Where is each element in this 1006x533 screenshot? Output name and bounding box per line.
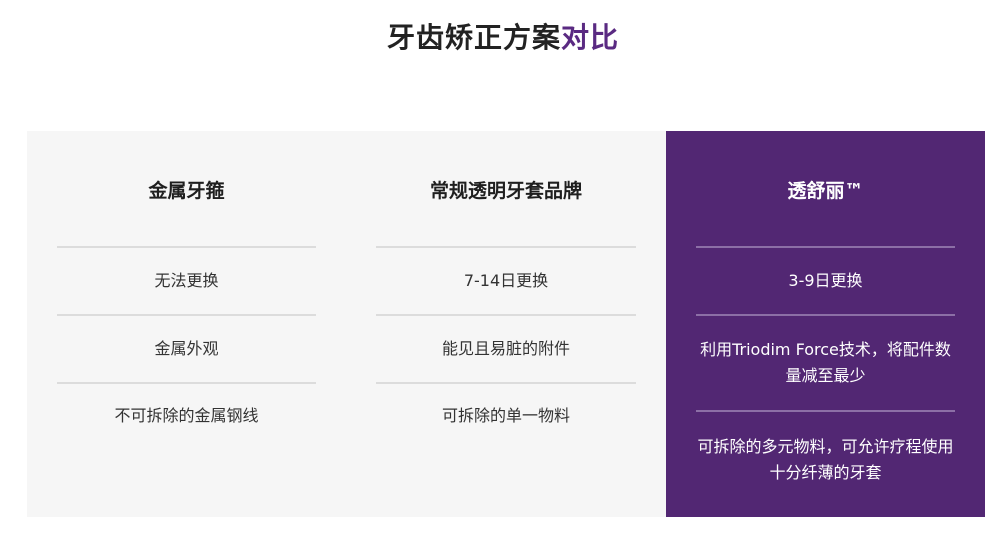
cell-invisalign-replacement: 3-9日更换 [788, 271, 863, 290]
cell-metal-material: 不可拆除的金属钢线 [114, 406, 259, 425]
page-title-main: 牙齿矫正方案 [386, 21, 561, 54]
column-header-regular-aligners: 常规透明牙套品牌 [429, 179, 582, 202]
column-header-invisalign: 透舒丽™ [787, 179, 864, 202]
column-regular-aligners: 常规透明牙套品牌 7-14日更换 能见且易脏的附件 可拆除的单一物料 [346, 131, 666, 517]
cell-invisalign-attachments: 利用Triodim Force技术，将配件数量减至最少 [700, 340, 951, 385]
page-title-accent: 对比 [561, 21, 620, 54]
column-header-metal-braces: 金属牙箍 [148, 179, 225, 202]
cell-metal-replacement: 无法更换 [154, 271, 219, 290]
column-invisalign: 透舒丽™ 3-9日更换 利用Triodim Force技术，将配件数量减至最少 … [666, 131, 985, 517]
cell-regular-replacement: 7-14日更换 [463, 271, 549, 290]
cell-metal-appearance: 金属外观 [154, 339, 219, 358]
page-title: 牙齿矫正方案对比 [0, 18, 1006, 58]
cell-regular-attachments: 能见且易脏的附件 [441, 339, 570, 358]
column-metal-braces: 金属牙箍 无法更换 金属外观 不可拆除的金属钢线 [27, 131, 346, 517]
comparison-table: 金属牙箍 无法更换 金属外观 不可拆除的金属钢线 常规透明牙套品牌 7-14日更… [27, 131, 985, 517]
cell-invisalign-material: 可拆除的多元物料，可允许疗程使用十分纤薄的牙套 [697, 437, 954, 482]
cell-regular-material: 可拆除的单一物料 [441, 406, 570, 425]
